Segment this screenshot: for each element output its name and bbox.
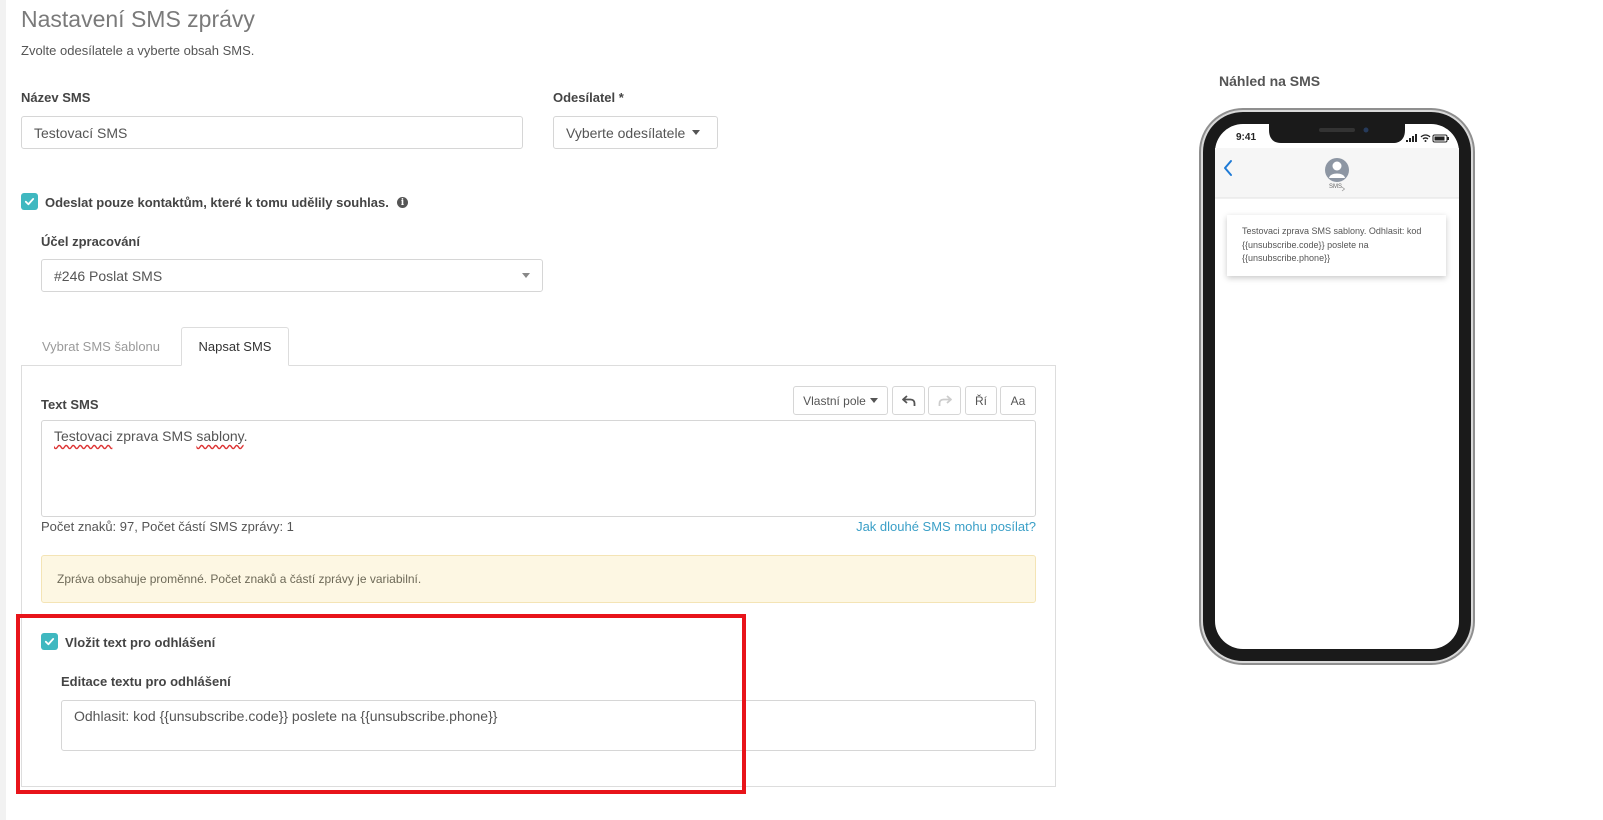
preview-contact-name: SMS bbox=[1329, 184, 1343, 190]
custom-fields-label: Vlastní pole bbox=[803, 393, 866, 408]
sms-length-help-link[interactable]: Jak dlouhé SMS mohu posílat? bbox=[856, 519, 1036, 534]
sms-name-input[interactable]: Testovací SMS bbox=[21, 116, 523, 149]
redo-icon bbox=[938, 394, 952, 406]
purpose-select[interactable]: #246 Poslat SMS bbox=[41, 259, 543, 292]
sms-text-word: . bbox=[243, 428, 248, 444]
sender-label: Odesílatel * bbox=[553, 90, 624, 105]
info-icon[interactable]: i bbox=[397, 197, 408, 208]
undo-button[interactable] bbox=[892, 386, 925, 415]
sms-name-label: Název SMS bbox=[21, 90, 91, 105]
sender-dropdown-value: Vyberte odesílatele bbox=[566, 124, 686, 141]
sms-text-area[interactable]: Testovaci zprava SMS sablony. bbox=[41, 420, 1036, 517]
preview-title: Náhled na SMS bbox=[1219, 73, 1321, 89]
sms-name-value: Testovací SMS bbox=[34, 124, 128, 141]
sms-text-word: Testovaci bbox=[54, 428, 113, 444]
caret-down-icon bbox=[692, 130, 701, 135]
case-button[interactable]: Aa bbox=[1000, 386, 1036, 415]
consent-checkbox[interactable] bbox=[21, 193, 38, 210]
sms-text-label: Text SMS bbox=[41, 397, 99, 412]
highlight-annotation bbox=[16, 614, 746, 794]
custom-fields-button[interactable]: Vlastní pole bbox=[793, 386, 888, 415]
consent-label: Odeslat pouze kontaktům, které k tomu ud… bbox=[45, 195, 389, 210]
purpose-label: Účel zpracování bbox=[41, 234, 140, 249]
tab-write-sms[interactable]: Napsat SMS bbox=[181, 327, 289, 366]
status-bar-time: 9:41 bbox=[1236, 132, 1257, 143]
sms-text-word: sablony bbox=[196, 428, 244, 444]
variables-warning-text: Zpráva obsahuje proměnné. Počet znaků a … bbox=[57, 572, 422, 586]
sender-dropdown[interactable]: Vyberte odesílatele bbox=[553, 116, 718, 149]
tab-select-template[interactable]: Vybrat SMS šablonu bbox=[21, 327, 181, 366]
page-subtitle: Zvolte odesílatele a vyberte obsah SMS. bbox=[21, 43, 255, 58]
special-chars-button[interactable]: Ří bbox=[965, 386, 997, 415]
purpose-select-value: #246 Poslat SMS bbox=[54, 267, 163, 284]
page-title: Nastavení SMS zprávy bbox=[21, 6, 255, 32]
caret-down-icon bbox=[869, 398, 878, 403]
phone-mockup bbox=[1199, 108, 1475, 665]
redo-button[interactable] bbox=[928, 386, 961, 415]
character-counter: Počet znaků: 97, Počet částí SMS zprávy:… bbox=[41, 519, 294, 534]
undo-icon bbox=[901, 394, 915, 406]
sms-preview-bubble: Testovaci zprava SMS sablony. Odhlasit: … bbox=[1227, 215, 1446, 276]
left-edge-strip bbox=[0, 0, 6, 820]
chevron-down-icon bbox=[522, 273, 530, 278]
sms-preview-text: Testovaci zprava SMS sablony. Odhlasit: … bbox=[1242, 226, 1422, 263]
sms-text-word: zprava SMS bbox=[112, 428, 197, 444]
variables-warning: Zpráva obsahuje proměnné. Počet znaků a … bbox=[41, 555, 1036, 603]
check-icon bbox=[24, 198, 35, 206]
